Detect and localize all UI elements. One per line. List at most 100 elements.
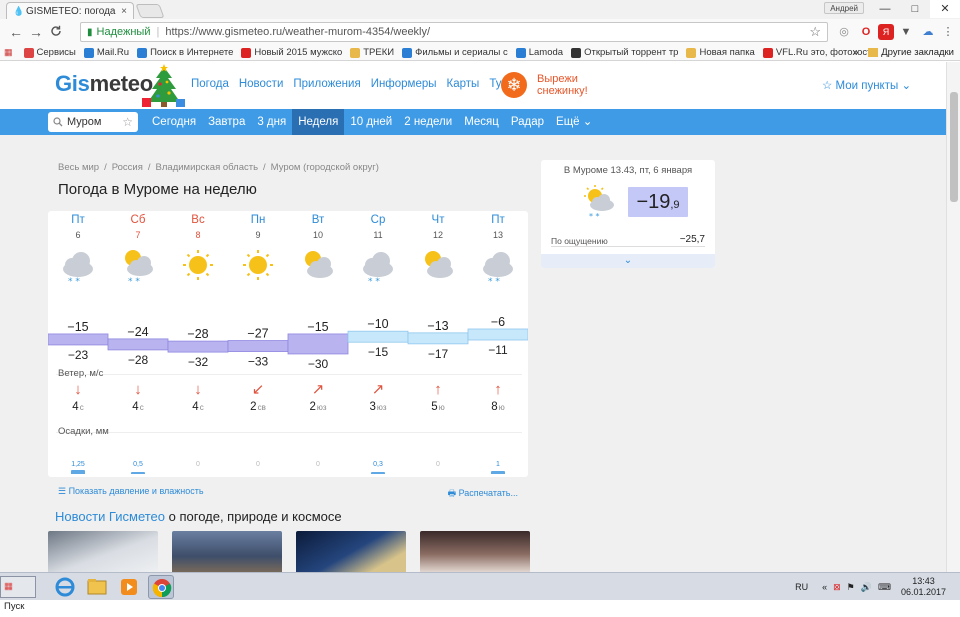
reload-button[interactable] [46,24,66,40]
back-button[interactable]: ← [6,24,26,40]
secure-label: Надежный [96,26,151,38]
url-text[interactable]: https://www.gismeteo.ru/weather-murom-43… [165,26,809,38]
bookmark-item[interactable]: Lamoda [515,47,563,58]
wind-label: Ветер, м/с [58,368,104,379]
topnav-link[interactable]: Информеры [371,78,437,90]
bookmark-item[interactable]: Фильмы и сериалы с [402,47,508,58]
close-window-button[interactable]: ✕ [930,0,960,18]
security-icon[interactable]: ⚑ [847,582,855,593]
snowflake-icon[interactable]: ❄ [501,72,527,98]
forecast-day-column[interactable]: Пт 6 * * [48,211,108,288]
address-bar[interactable]: ▮ Надежный | https://www.gismeteo.ru/wea… [80,22,828,42]
day-of-week: Пн [250,214,266,226]
bookmark-star-icon[interactable]: ☆ [809,24,821,40]
browser-tab[interactable]: 💧 GISMETEO: погода в Муро × [6,2,134,19]
keyboard-icon[interactable]: ⌨ [878,582,891,593]
breadcrumb-link[interactable]: Весь мир [58,162,99,173]
forecast-tab[interactable]: 3 дня [251,109,292,135]
precip-cell: 0 [288,461,348,474]
forecast-day-column[interactable]: Пт 13 * * [468,211,528,288]
forecast-tab[interactable]: Неделя [292,109,345,135]
start-button[interactable]: ▦ Пуск [0,576,36,612]
forecast-tab[interactable]: Ещё ⌄ [550,109,598,135]
menu-icon[interactable]: ⋮ [940,24,956,40]
news-brand-link[interactable]: Новости Гисметео [55,509,165,524]
topnav-link[interactable]: Новости [239,78,284,90]
forecast-tab[interactable]: Завтра [202,109,251,135]
forecast-tab[interactable]: 10 дней [344,109,398,135]
bookmark-item[interactable]: Поиск в Интернете [137,47,233,58]
explorer-folder-icon[interactable] [84,575,110,599]
wind-cell: ↗ 3юз [348,381,408,413]
min-temperature: −33 [248,355,269,369]
tray-arrow-icon[interactable]: « [822,582,827,592]
breadcrumb-link[interactable]: Муром (городской округ) [271,162,379,173]
maximize-button[interactable]: □ [900,0,930,18]
bookmark-item[interactable]: Сервисы [23,47,76,58]
breadcrumb-separator: / [104,162,107,173]
extension-icon[interactable]: ◎ [836,24,852,40]
bookmark-item[interactable]: Новая папка [686,47,755,58]
promo-snowflake-link[interactable]: Вырежи снежинку! [537,73,588,97]
profile-badge[interactable]: Андрей [824,2,864,14]
page-content: Весь мир / Россия / Владимирская область / Мур… [0,135,946,573]
city-search-input[interactable]: Муром ☆ [48,112,138,132]
temperature-chart: −15 −23 −24 −28 −28 −32 −27 −33 −15 −30 −10 −15 −13 −… [48,315,528,371]
chrome-taskbar-icon[interactable] [148,575,174,599]
forward-button[interactable]: → [26,24,46,40]
forecast-day-column[interactable]: Вт 10 [288,211,348,288]
bookmark-item[interactable]: Mail.Ru [83,47,129,58]
topnav-link[interactable]: Погода [191,78,229,90]
topnav-link[interactable]: Приложения [293,78,360,90]
breadcrumb-link[interactable]: Владимирская область [156,162,259,173]
bookmark-item[interactable]: Открытый торрент тр [571,47,678,58]
language-indicator[interactable]: RU [795,582,808,592]
forecast-day-column[interactable]: Пн 9 [228,211,288,288]
bookmark-item[interactable]: Новый 2015 мужско [241,47,342,58]
scrollbar-thumb[interactable] [950,92,958,202]
more-bookmarks-button[interactable]: » [853,47,858,58]
cloud-snow-icon: * * [363,252,393,287]
forecast-day-column[interactable]: Чт 12 [408,211,468,288]
precip-value: 1,25 [71,461,85,468]
media-player-icon[interactable] [116,575,142,599]
page-scrollbar[interactable] [946,62,960,572]
yandex-extension-icon[interactable]: Я [878,24,894,40]
wind-cell: ↓ 4с [48,381,108,413]
news-thumbnail[interactable] [420,531,530,573]
opera-extension-icon[interactable]: O [858,24,874,40]
forecast-tab[interactable]: 2 недели [398,109,458,135]
temperature-bar [167,340,229,353]
expand-widget-button[interactable]: ⌄ [541,254,715,268]
christmas-tree-icon [142,64,185,107]
news-thumbnail[interactable] [48,531,158,573]
breadcrumb-link[interactable]: Россия [112,162,143,173]
system-clock[interactable]: 13:43 06.01.2017 [901,576,946,598]
internet-explorer-icon[interactable] [52,575,78,599]
forecast-tab[interactable]: Месяц [458,109,505,135]
network-icon[interactable]: ⊠ [833,582,841,593]
topnav-link[interactable]: Карты [447,78,480,90]
new-tab-button[interactable] [135,4,165,18]
bookmark-item[interactable]: ТРЕКИ [350,47,394,58]
forecast-day-column[interactable]: Вс 8 [168,211,228,288]
apps-icon[interactable]: ▦ [4,47,16,58]
news-thumbnail[interactable] [172,531,282,573]
tab-close-icon[interactable]: × [121,6,127,17]
my-points-link[interactable]: ☆ Мои пункты ⌄ [822,78,911,92]
other-bookmarks-link[interactable]: Другие закладки [881,47,954,58]
forecast-tab[interactable]: Сегодня [146,109,202,135]
print-link[interactable]: 🖶 Распечатать... [448,486,518,502]
forecast-day-column[interactable]: Ср 11 * * [348,211,408,288]
volume-icon[interactable]: 🔊 [861,582,872,593]
show-pressure-link[interactable]: ☰ Показать давление и влажность [58,486,204,496]
minimize-button[interactable]: — [870,0,900,18]
news-thumbnail[interactable] [296,531,406,573]
temperature-bar [287,333,349,355]
favorite-star-icon[interactable]: ☆ [122,115,133,129]
forecast-tab[interactable]: Радар [505,109,550,135]
forecast-day-column[interactable]: Сб 7 * * [108,211,168,288]
shield-extension-icon[interactable]: ▼ [898,24,914,40]
wind-direction-label: с [199,403,204,412]
weather-extension-icon[interactable]: ☁ [920,24,936,40]
